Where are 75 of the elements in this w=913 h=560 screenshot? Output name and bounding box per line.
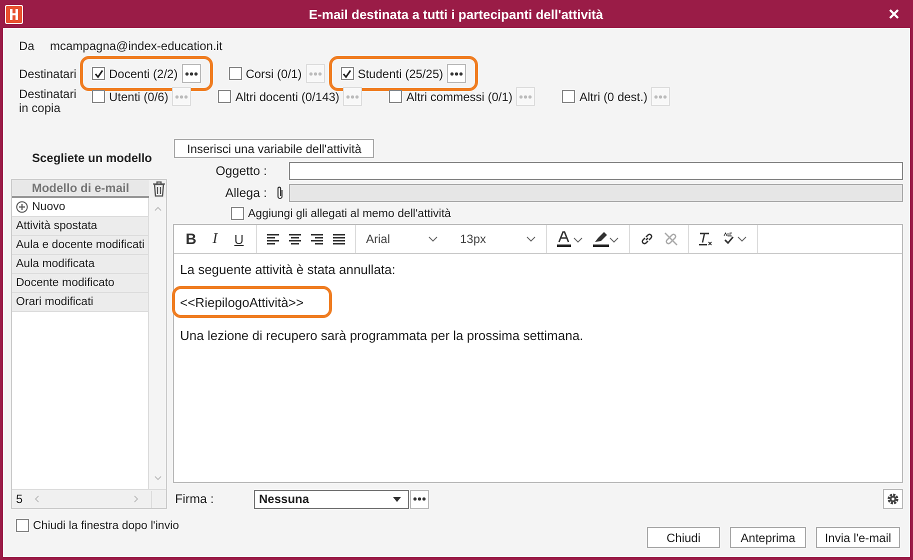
dots-icon[interactable] [175,94,188,98]
recipient-label: Altri commessi (0/1) [406,90,512,104]
sender-address: mcampagna@index-education.it [50,39,222,53]
template-item[interactable]: Docente modificato [12,274,148,293]
dots-icon[interactable] [450,72,464,76]
body-paragraph: Una lezione di recupero sarà programmata per la prossima settimana. [180,328,584,343]
dialog-button[interactable]: Invia l'e-mail [816,527,900,548]
insert-variable-button[interactable]: Inserisci una variabile dell'attività [174,139,374,158]
h-icon[interactable] [9,8,19,20]
panel-title: Scegliete un modello [30,150,154,167]
signature-label: Firma : [174,492,215,506]
size-dropdown[interactable]: 13px [448,232,536,246]
trash-icon[interactable] [152,181,166,197]
text-color-icon[interactable] [557,231,583,247]
paperclip-icon[interactable] [276,186,284,200]
signature-dropdown[interactable]: Nessuna [254,490,409,508]
template-item[interactable]: Orari modificati [12,293,148,312]
dots-icon[interactable] [184,72,198,76]
spellcheck-icon[interactable] [723,232,747,246]
more-button[interactable] [447,64,466,83]
recipient-label: Altri docenti (0/143) [235,90,340,104]
template-item[interactable]: Aula modificata [12,255,148,274]
body-paragraph: <<RiepilogoAttività>> [180,295,304,310]
from-label: Da [19,39,36,53]
caret-down-icon[interactable] [393,496,401,502]
checkbox[interactable] [218,90,232,103]
highlighter-icon[interactable] [593,231,619,247]
item-count: 5 [15,492,24,506]
justify-icon[interactable] [333,234,345,244]
dialog-button[interactable]: Anteprima [730,527,806,548]
format-button[interactable]: I [208,230,222,248]
column-header: Modello di e-mail [12,180,149,198]
dots-icon[interactable] [413,497,426,501]
format-button[interactable]: B [184,230,198,248]
checkbox[interactable] [228,67,242,80]
checkbox[interactable] [92,90,105,103]
recipients-label: Destinatari in copia [19,87,78,115]
memo-checkbox-label: Aggiungi gli allegati al memo dell'attività [248,208,451,220]
more-button[interactable] [410,490,429,508]
align-center-icon[interactable] [289,234,301,244]
checkbox[interactable] [389,90,402,103]
checkbox[interactable] [16,519,29,532]
subject-label: Oggetto : [214,164,268,178]
recipient-label: Utenti (0/6) [109,90,168,104]
checkbox[interactable] [231,207,244,220]
window-title: E-mail destinata a tutti i partecipanti dell'attività [308,6,604,22]
close-icon[interactable] [889,9,899,19]
subject-field[interactable] [289,162,903,180]
dots-icon[interactable] [654,94,668,98]
font-dropdown[interactable]: Arial [366,232,438,246]
dots-icon[interactable] [519,94,532,98]
align-right-icon[interactable] [311,234,323,244]
checkbox[interactable] [562,90,576,103]
recipient-label: Corsi (0/1) [246,66,302,80]
plus-circle-icon[interactable] [16,201,28,213]
close-after-send-label: Chiudi la finestra dopo l'invio [33,520,180,532]
attach-label: Allega : [224,186,268,200]
chevron-down-icon[interactable] [526,236,536,242]
template-item[interactable]: Aula e docente modificati [12,236,148,255]
link-icon[interactable] [640,232,654,246]
dialog-button[interactable]: Chiudi [647,527,720,548]
recipient-label: Docenti (2/2) [109,66,178,80]
template-item[interactable]: Nuovo [12,198,148,217]
recipient-label: Altri (0 dest.) [579,90,648,104]
format-button[interactable]: U [232,232,246,246]
dots-icon[interactable] [346,94,360,98]
recipient-label: Studenti (25/25) [358,66,444,80]
chevron-down-icon[interactable] [428,236,438,242]
body-paragraph: La seguente attività è stata annullata: [180,262,396,277]
recipients-label: Destinatari [19,66,78,80]
clear-format-icon[interactable] [699,232,713,246]
align-left-icon[interactable] [267,234,279,244]
more-button[interactable] [182,64,201,83]
dots-icon[interactable] [308,72,322,76]
template-item[interactable]: Attività spostata [12,217,148,236]
